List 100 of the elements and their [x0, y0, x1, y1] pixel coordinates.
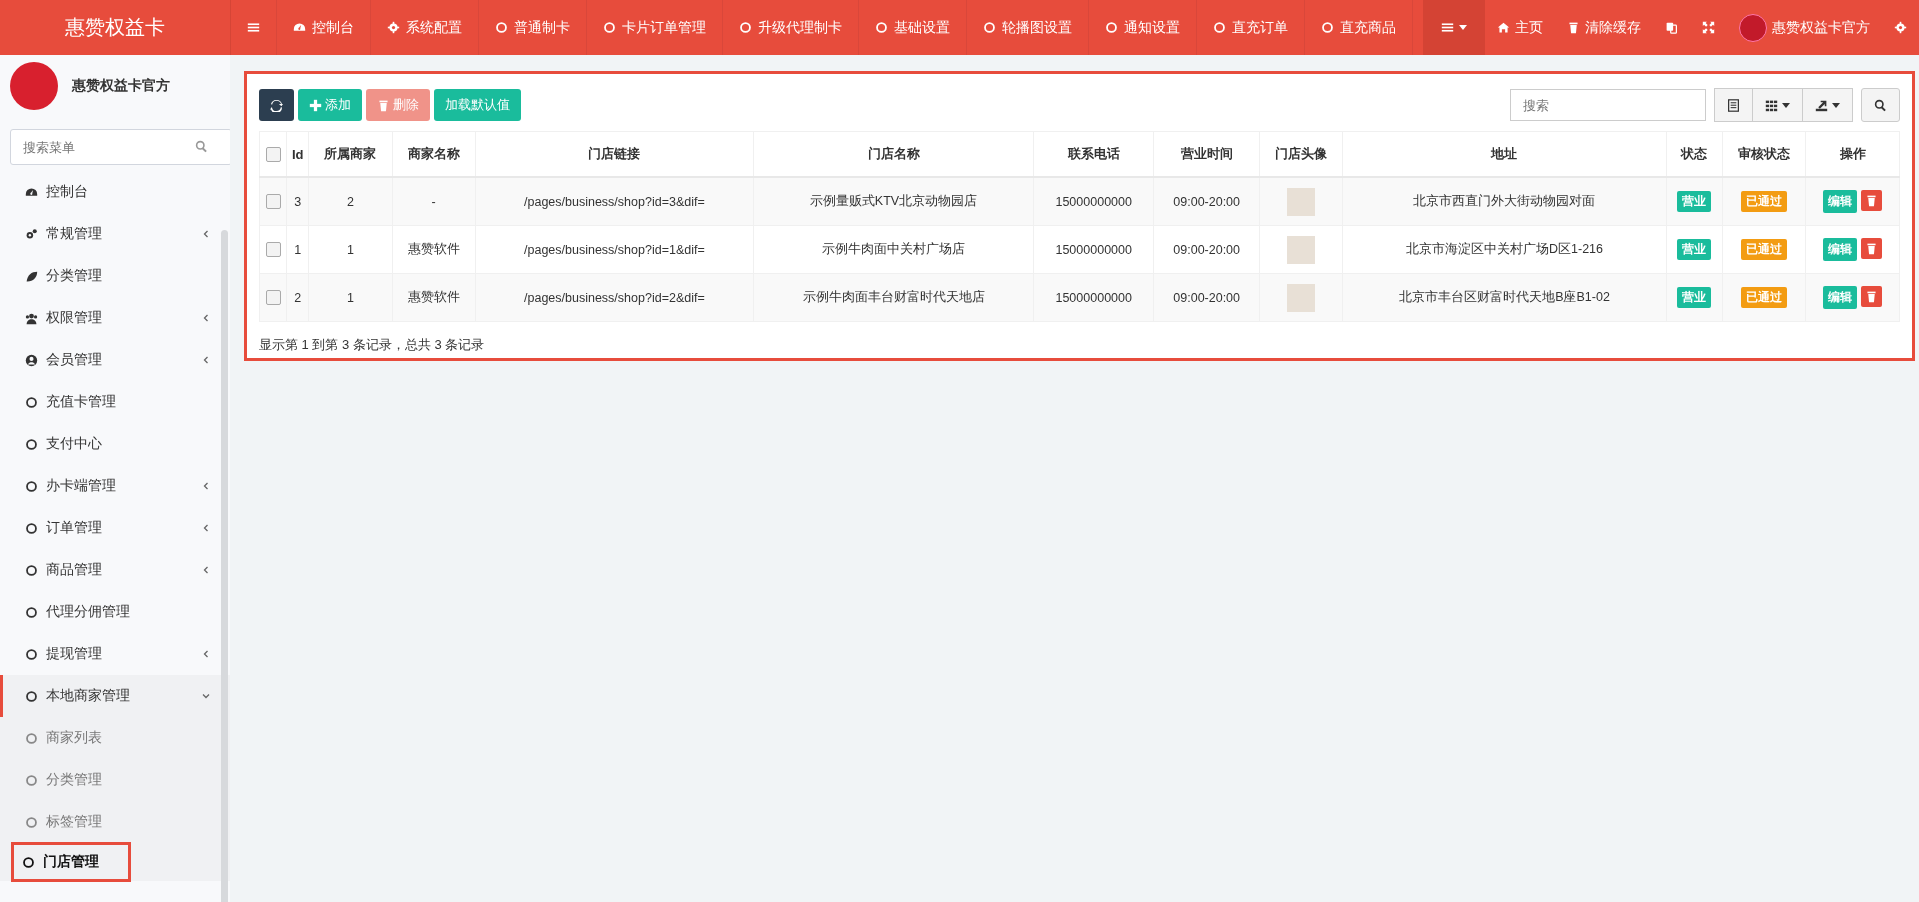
search-field[interactable]: 搜索	[1510, 89, 1706, 121]
export-button[interactable]	[1803, 88, 1853, 122]
circle-icon	[25, 563, 38, 577]
table-cell: 示例牛肉面中关村广场店	[753, 225, 1034, 274]
sidebar-item[interactable]: 提现管理	[0, 633, 230, 675]
sidebar-item[interactable]: 办卡端管理	[0, 465, 230, 507]
caret-icon	[1459, 25, 1467, 30]
nav-tab[interactable]: 升级代理制卡	[723, 0, 859, 55]
review-badge: 已通过	[1740, 191, 1787, 212]
sidebar-item[interactable]: 代理分佣管理	[0, 591, 230, 633]
table-cell: -	[392, 177, 476, 226]
circle-icon	[983, 21, 996, 34]
delete-button[interactable]	[1861, 286, 1882, 307]
caret-icon	[1832, 102, 1840, 108]
sidebar-item[interactable]: 会员管理	[0, 339, 230, 381]
users-icon	[25, 311, 38, 325]
row-checkbox[interactable]	[265, 194, 281, 210]
advanced-search-button[interactable]	[1861, 88, 1900, 122]
table-cell: 北京市西直门外大街动物园对面	[1342, 177, 1667, 226]
avatar-icon	[1739, 13, 1767, 42]
delete-button[interactable]	[1861, 238, 1882, 259]
search-icon	[1874, 98, 1887, 112]
table-cell: 北京市海淀区中关村广场D区1-216	[1342, 225, 1667, 274]
table-cell: 2	[308, 177, 393, 226]
sidebar-subitem[interactable]: 分类管理	[0, 759, 230, 801]
logo-avatar	[10, 62, 58, 110]
gears-icon	[25, 227, 38, 241]
caret-icon	[1782, 102, 1790, 108]
nav-tab[interactable]: 通知设置	[1089, 0, 1197, 55]
nav-tab[interactable]: 直充订单	[1197, 0, 1305, 55]
edit-button[interactable]: 编辑	[1823, 286, 1857, 309]
circle-icon	[739, 21, 752, 34]
nav-tab[interactable]: 轮播图设置	[967, 0, 1089, 55]
photo-placeholder	[1287, 235, 1316, 264]
photo-placeholder	[1287, 187, 1316, 216]
menu-dropdown[interactable]	[1423, 0, 1485, 55]
nav-tab[interactable]: 基础设置	[859, 0, 967, 55]
search-field[interactable]: 搜索菜单	[10, 129, 230, 165]
circle-icon	[25, 815, 38, 829]
nav-tab[interactable]: 普通制卡	[479, 0, 587, 55]
table-cell: 示例牛肉面丰台财富时代天地店	[753, 273, 1034, 322]
circle-icon	[25, 731, 38, 745]
row-checkbox[interactable]	[265, 290, 281, 306]
gauge-icon	[25, 185, 38, 199]
columns-button[interactable]	[1753, 88, 1803, 122]
scrollbar[interactable]	[221, 230, 228, 902]
load-button[interactable]: 加载默认值	[434, 89, 521, 121]
circle-icon	[1321, 21, 1334, 34]
home-icon	[1497, 21, 1510, 34]
sidebar-item[interactable]: 支付中心	[0, 423, 230, 465]
clear-cache-link[interactable]: 清除缓存	[1555, 0, 1653, 55]
sidebar-item[interactable]: 分类管理	[0, 255, 230, 297]
table-cell: 惠赞软件	[392, 225, 476, 274]
sidebar-subitem[interactable]: 门店管理	[12, 843, 130, 881]
table-cell: 09:00-20:00	[1153, 177, 1260, 226]
table-cell: /pages/business/shop?id=3&dif=	[475, 177, 754, 226]
sidebar-subitem[interactable]: 标签管理	[0, 801, 230, 843]
nav-tab[interactable]: 卡片订单管理	[587, 0, 723, 55]
circle-icon	[603, 21, 616, 34]
refresh-button[interactable]	[259, 89, 294, 121]
sidebar-subitem[interactable]: 商家列表	[0, 717, 230, 759]
delete-button[interactable]	[1861, 190, 1882, 211]
table-cell: 09:00-20:00	[1153, 225, 1260, 274]
table-cell: 北京市丰台区财富时代天地B座B1-02	[1342, 273, 1667, 322]
plus-icon	[309, 98, 322, 112]
status-badge: 营业	[1677, 239, 1712, 260]
nav-tab[interactable]: 控制台	[277, 0, 371, 55]
sidebar-item[interactable]: 控制台	[0, 171, 230, 213]
sidebar-item[interactable]: 充值卡管理	[0, 381, 230, 423]
table-cell: 示例量贩式KTV北京动物园店	[753, 177, 1034, 226]
add-button[interactable]: 添加	[298, 89, 362, 121]
user-menu[interactable]: 惠赞权益卡官方	[1727, 0, 1882, 55]
sidebar-item[interactable]: 商品管理	[0, 549, 230, 591]
grid-icon	[1765, 98, 1778, 112]
edit-button[interactable]: 编辑	[1823, 190, 1857, 213]
nav-tab[interactable]: 直充商品	[1305, 0, 1413, 55]
toggle-view-button[interactable]	[1714, 88, 1753, 122]
user-icon	[25, 353, 38, 367]
trash-icon	[1567, 21, 1580, 34]
sidebar-item[interactable]: 订单管理	[0, 507, 230, 549]
table-cell: 惠赞软件	[392, 273, 476, 322]
circle-icon	[1105, 21, 1118, 34]
select-all-checkbox[interactable]	[265, 147, 281, 163]
edit-button[interactable]: 编辑	[1823, 238, 1857, 261]
sidebar-item[interactable]: 权限管理	[0, 297, 230, 339]
circle-icon	[25, 605, 38, 619]
circle-icon	[25, 479, 38, 493]
status-badge: 营业	[1677, 287, 1712, 308]
home-link[interactable]: 主页	[1485, 0, 1555, 55]
circle-icon	[875, 21, 888, 34]
gauge-icon	[293, 21, 306, 34]
circle-icon	[25, 773, 38, 787]
leaf-icon	[25, 269, 38, 283]
row-checkbox[interactable]	[265, 242, 281, 258]
nav-tab[interactable]: 系统配置	[371, 0, 479, 55]
export-icon	[1815, 98, 1828, 112]
sidebar-item[interactable]: 常规管理	[0, 213, 230, 255]
photo-placeholder	[1287, 283, 1316, 312]
menu-icon	[1441, 21, 1454, 34]
trash-icon	[1865, 290, 1878, 303]
